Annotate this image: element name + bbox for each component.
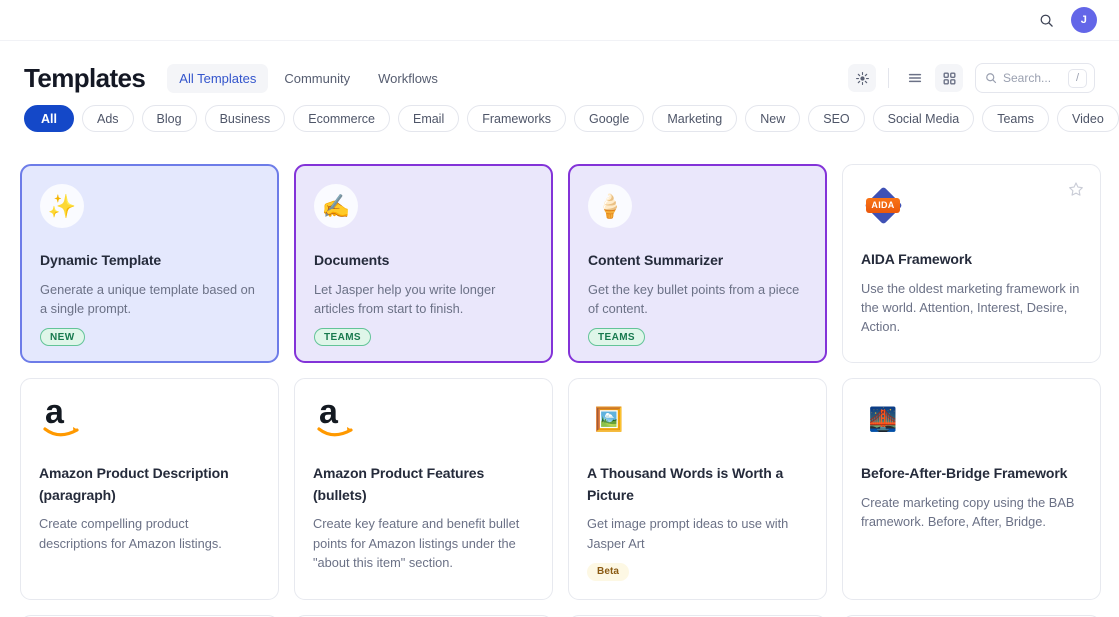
template-card[interactable]: 🌉 Before-After-Bridge Framework Create m… <box>842 378 1101 600</box>
filter-pill-teams[interactable]: Teams <box>982 105 1049 132</box>
template-card-grid: ✨ Dynamic Template Generate a unique tem… <box>20 164 1102 617</box>
status-badge: TEAMS <box>314 328 371 346</box>
filter-pill-video[interactable]: Video <box>1057 105 1119 132</box>
search-icon[interactable] <box>1033 7 1059 33</box>
header-actions: / <box>848 63 1095 93</box>
lightbulb-icon[interactable] <box>848 64 876 92</box>
filter-pill-blog[interactable]: Blog <box>142 105 197 132</box>
sparkles-icon: ✨ <box>40 184 84 228</box>
list-view-icon[interactable] <box>901 64 929 92</box>
filter-pill-email[interactable]: Email <box>398 105 459 132</box>
card-title: Amazon Product Description (paragraph) <box>39 463 260 506</box>
filter-pill-google[interactable]: Google <box>574 105 644 132</box>
tab-all-templates[interactable]: All Templates <box>167 64 268 93</box>
status-badge: TEAMS <box>588 328 645 346</box>
filter-pill-seo[interactable]: SEO <box>808 105 864 132</box>
card-title: Before-After-Bridge Framework <box>861 463 1082 485</box>
filter-pill-frameworks[interactable]: Frameworks <box>467 105 566 132</box>
header-divider <box>888 68 889 88</box>
amazon-logo-icon: a <box>313 397 357 441</box>
filter-pill-marketing[interactable]: Marketing <box>652 105 737 132</box>
tab-workflows[interactable]: Workflows <box>366 64 450 93</box>
header-tabs: All Templates Community Workflows <box>167 64 450 93</box>
aida-logo-icon: AIDA <box>861 183 905 227</box>
card-description: Create compelling product descriptions f… <box>39 514 260 552</box>
tab-community[interactable]: Community <box>272 64 362 93</box>
card-title: AIDA Framework <box>861 249 1082 271</box>
grid-view-icon[interactable] <box>935 64 963 92</box>
card-title: Amazon Product Features (bullets) <box>313 463 534 506</box>
status-badge: Beta <box>587 563 629 581</box>
card-description: Get the key bullet points from a piece o… <box>588 280 807 318</box>
search-shortcut-key: / <box>1068 69 1087 88</box>
status-badge: NEW <box>40 328 85 346</box>
filter-pill-business[interactable]: Business <box>205 105 286 132</box>
filter-pill-new[interactable]: New <box>745 105 800 132</box>
filter-pill-ecommerce[interactable]: Ecommerce <box>293 105 390 132</box>
card-description: Generate a unique template based on a si… <box>40 280 259 318</box>
page-header: Templates All Templates Community Workfl… <box>0 56 1119 100</box>
card-title: A Thousand Words is Worth a Picture <box>587 463 808 506</box>
framed-picture-icon: 🖼️ <box>587 397 631 441</box>
card-description: Get image prompt ideas to use with Jaspe… <box>587 514 808 552</box>
template-card[interactable]: 🖼️ A Thousand Words is Worth a Picture G… <box>568 378 827 600</box>
filter-pill-all[interactable]: All <box>24 105 74 132</box>
page-title: Templates <box>24 63 145 94</box>
filter-pill-social-media[interactable]: Social Media <box>873 105 975 132</box>
card-description: Use the oldest marketing framework in th… <box>861 279 1082 337</box>
favorite-star-icon[interactable] <box>1068 181 1084 197</box>
view-toggle-group <box>901 64 963 92</box>
template-card[interactable]: AIDA AIDA Framework Use the oldest marke… <box>842 164 1101 363</box>
category-filter-bar: All Ads Blog Business Ecommerce Email Fr… <box>24 105 1119 132</box>
ice-cream-icon: 🍦 <box>588 184 632 228</box>
filter-pill-ads[interactable]: Ads <box>82 105 134 132</box>
template-card[interactable]: a Amazon Product Features (bullets) Crea… <box>294 378 553 600</box>
card-title: Documents <box>314 250 533 272</box>
templates-page: J Templates All Templates Community Work… <box>0 0 1119 617</box>
avatar[interactable]: J <box>1071 7 1097 33</box>
template-card[interactable]: ✍️ Documents Let Jasper help you write l… <box>294 164 553 363</box>
card-description: Create key feature and benefit bullet po… <box>313 514 534 572</box>
template-card[interactable]: 🍦 Content Summarizer Get the key bullet … <box>568 164 827 363</box>
template-card[interactable]: a Amazon Product Description (paragraph)… <box>20 378 279 600</box>
card-title: Dynamic Template <box>40 250 259 272</box>
search-input[interactable] <box>1003 71 1062 85</box>
bridge-at-night-icon: 🌉 <box>861 397 905 441</box>
card-description: Let Jasper help you write longer article… <box>314 280 533 318</box>
amazon-logo-icon: a <box>39 397 83 441</box>
search-icon <box>985 72 997 84</box>
writing-hand-icon: ✍️ <box>314 184 358 228</box>
card-title: Content Summarizer <box>588 250 807 272</box>
search-box[interactable]: / <box>975 63 1095 93</box>
card-description: Create marketing copy using the BAB fram… <box>861 493 1082 531</box>
template-card[interactable]: ✨ Dynamic Template Generate a unique tem… <box>20 164 279 363</box>
top-bar: J <box>0 0 1119 41</box>
